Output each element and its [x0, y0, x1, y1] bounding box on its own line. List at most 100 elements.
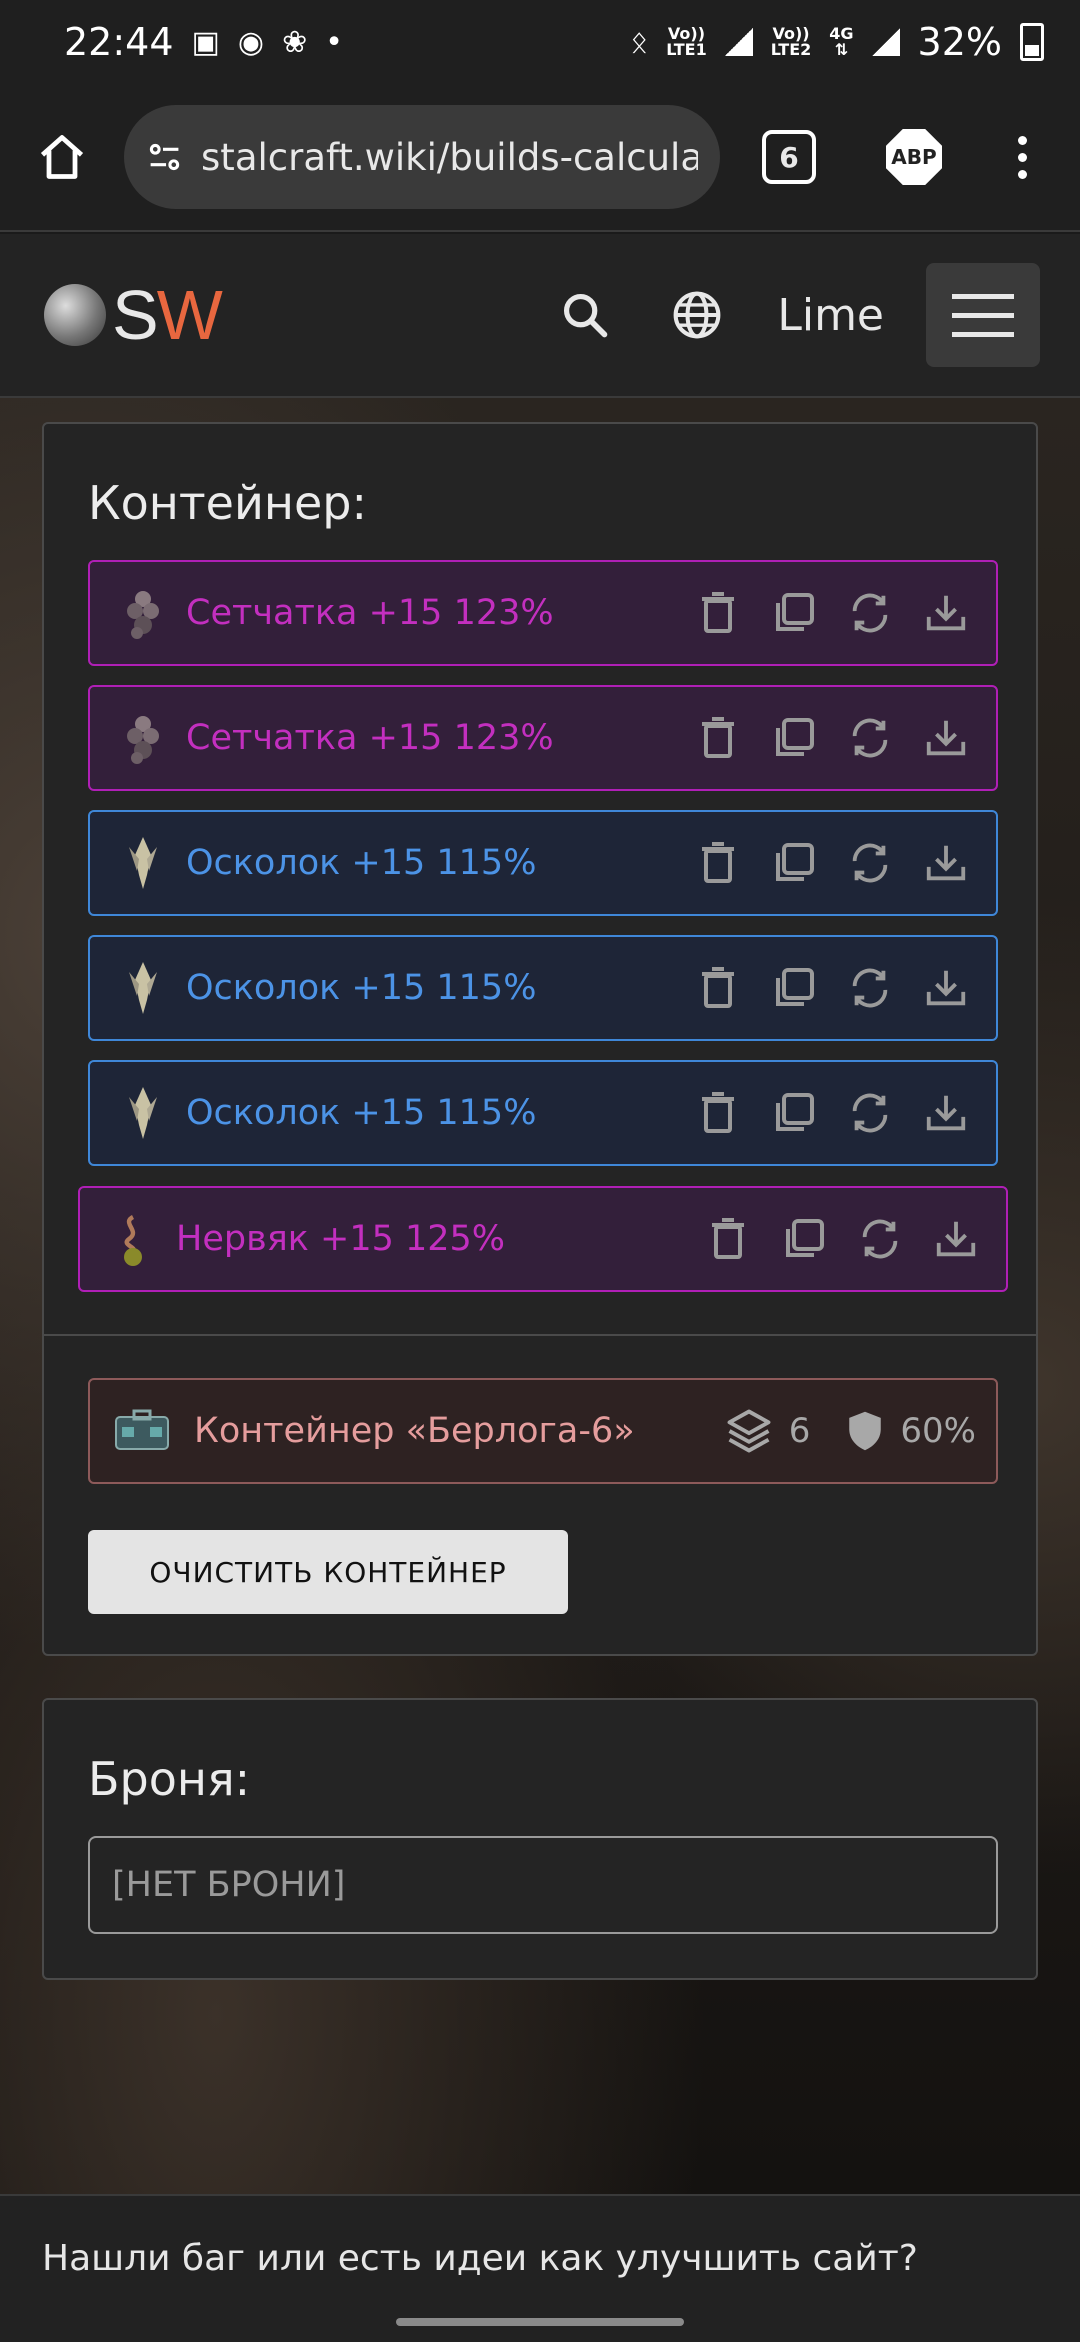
- hamburger-line: [952, 312, 1014, 318]
- artifact-actions: [694, 1089, 970, 1137]
- swap-icon[interactable]: [846, 714, 894, 762]
- language-button[interactable]: [669, 287, 725, 343]
- signal-2-icon: [871, 28, 900, 56]
- swap-icon[interactable]: [846, 839, 894, 887]
- download-icon[interactable]: [922, 839, 970, 887]
- delete-icon[interactable]: [694, 839, 742, 887]
- tab-switcher-button[interactable]: 6: [762, 130, 816, 184]
- url-text: stalcraft.wiki/builds-calculatc: [201, 135, 698, 179]
- container-case-icon: [115, 1409, 169, 1450]
- site-logo[interactable]: SW: [44, 275, 223, 355]
- swap-icon[interactable]: [846, 589, 894, 637]
- container-slots: 6: [723, 1405, 811, 1457]
- home-button[interactable]: [30, 125, 94, 189]
- bluetooth-icon: ᛟ: [630, 24, 649, 60]
- logo-text: SW: [112, 276, 223, 354]
- artifact-name: Осколок +15 115%: [186, 843, 537, 883]
- copy-icon[interactable]: [770, 839, 818, 887]
- artifact-row[interactable]: Нервяк +15 125%: [78, 1186, 1008, 1292]
- artifact-row[interactable]: Сетчатка +15 123%: [88, 560, 998, 666]
- container-name: Контейнер «Берлога-6»: [194, 1411, 635, 1451]
- artifact-actions: [694, 714, 970, 762]
- download-icon[interactable]: [922, 714, 970, 762]
- layers-icon: [727, 1409, 771, 1453]
- download-icon[interactable]: [922, 589, 970, 637]
- signal-1-icon: [724, 28, 753, 56]
- dot-icon: [1017, 152, 1027, 162]
- gesture-bar[interactable]: [396, 2318, 684, 2326]
- slots-value: 6: [788, 1411, 811, 1451]
- browser-toolbar: stalcraft.wiki/builds-calculatc 6 ABP: [0, 84, 1080, 232]
- armor-title: Броня:: [88, 1752, 251, 1806]
- hamburger-line: [952, 331, 1014, 337]
- artifact-setchatka-icon: [120, 583, 166, 643]
- armor-panel: Броня: [НЕТ БРОНИ]: [42, 1698, 1038, 1980]
- artifact-actions: [704, 1215, 980, 1263]
- more-notifications-icon: •: [325, 24, 343, 60]
- menu-button[interactable]: [926, 263, 1040, 367]
- status-bar: 22:44 ▣ ◉ ❀ • ᛟ Vo)) LTE1 Vo)) LTE2 4G ⇅ 32…: [0, 0, 1080, 84]
- artifact-name: Осколок +15 115%: [186, 968, 537, 1008]
- battery-percent: 32%: [917, 20, 1002, 64]
- section-divider: [44, 1334, 1036, 1336]
- copy-icon[interactable]: [770, 589, 818, 637]
- artifact-name: Сетчатка +15 123%: [186, 593, 554, 633]
- feedback-footer: Нашли баг или есть идеи как улучшить сай…: [0, 2194, 1080, 2342]
- artifact-row[interactable]: Осколок +15 115%: [88, 810, 998, 916]
- globe-icon: [673, 291, 721, 339]
- network-type: 4G ⇅: [829, 24, 854, 59]
- copy-icon[interactable]: [770, 964, 818, 1012]
- gallery-notification-icon: ▣: [191, 24, 220, 60]
- copy-icon[interactable]: [770, 714, 818, 762]
- sim2-indicator: Vo)) LTE2: [770, 24, 812, 59]
- search-button[interactable]: [557, 287, 613, 343]
- copy-icon[interactable]: [780, 1215, 828, 1263]
- artifact-row[interactable]: Осколок +15 115%: [88, 1060, 998, 1166]
- delete-icon[interactable]: [694, 714, 742, 762]
- delete-icon[interactable]: [694, 1089, 742, 1137]
- swap-icon[interactable]: [846, 964, 894, 1012]
- swap-icon[interactable]: [856, 1215, 904, 1263]
- delete-icon[interactable]: [694, 964, 742, 1012]
- discord-notification-icon: ◉: [237, 24, 265, 60]
- artifact-name: Сетчатка +15 123%: [186, 718, 554, 758]
- adblock-button[interactable]: ABP: [886, 129, 942, 185]
- download-icon[interactable]: [922, 964, 970, 1012]
- status-time: 22:44: [64, 20, 174, 64]
- dot-icon: [1017, 169, 1027, 179]
- selected-container[interactable]: Контейнер «Берлога-6» 6 60%: [88, 1378, 998, 1484]
- shield-icon: [849, 1411, 882, 1451]
- download-icon[interactable]: [922, 1089, 970, 1137]
- delete-icon[interactable]: [694, 589, 742, 637]
- artifact-actions: [694, 589, 970, 637]
- clear-container-button[interactable]: ОЧИСТИТЬ КОНТЕЙНЕР: [88, 1530, 568, 1614]
- swap-icon[interactable]: [846, 1089, 894, 1137]
- container-protection: 60%: [844, 1408, 976, 1454]
- artifact-setchatka-icon: [120, 708, 166, 768]
- address-bar[interactable]: stalcraft.wiki/builds-calculatc: [124, 105, 720, 209]
- dot-icon: [1017, 135, 1027, 145]
- artifact-row[interactable]: Осколок +15 115%: [88, 935, 998, 1041]
- armor-select[interactable]: [НЕТ БРОНИ]: [88, 1836, 998, 1934]
- delete-icon[interactable]: [704, 1215, 752, 1263]
- battery-icon: [1020, 23, 1044, 61]
- search-icon: [564, 293, 608, 338]
- copy-icon[interactable]: [770, 1089, 818, 1137]
- artifact-oskolok-icon: [120, 958, 166, 1018]
- artifact-actions: [694, 839, 970, 887]
- artifact-oskolok-icon: [120, 833, 166, 893]
- container-title: Контейнер:: [88, 476, 367, 530]
- home-icon: [40, 135, 84, 179]
- fan-notification-icon: ❀: [282, 24, 308, 60]
- download-icon[interactable]: [932, 1215, 980, 1263]
- theme-selector[interactable]: Lime: [777, 290, 884, 341]
- browser-menu-button[interactable]: [1012, 135, 1032, 179]
- artifact-row[interactable]: Сетчатка +15 123%: [88, 685, 998, 791]
- hamburger-line: [952, 293, 1014, 299]
- feedback-link[interactable]: Нашли баг или есть идеи как улучшить сай…: [42, 2238, 918, 2279]
- artifact-oskolok-icon: [120, 1083, 166, 1143]
- artifact-actions: [694, 964, 970, 1012]
- container-panel: Контейнер: Сетчатка +15 123% Сетчатка +15…: [42, 422, 1038, 1656]
- site-settings-icon[interactable]: [146, 137, 183, 177]
- logo-globe-icon: [44, 284, 106, 346]
